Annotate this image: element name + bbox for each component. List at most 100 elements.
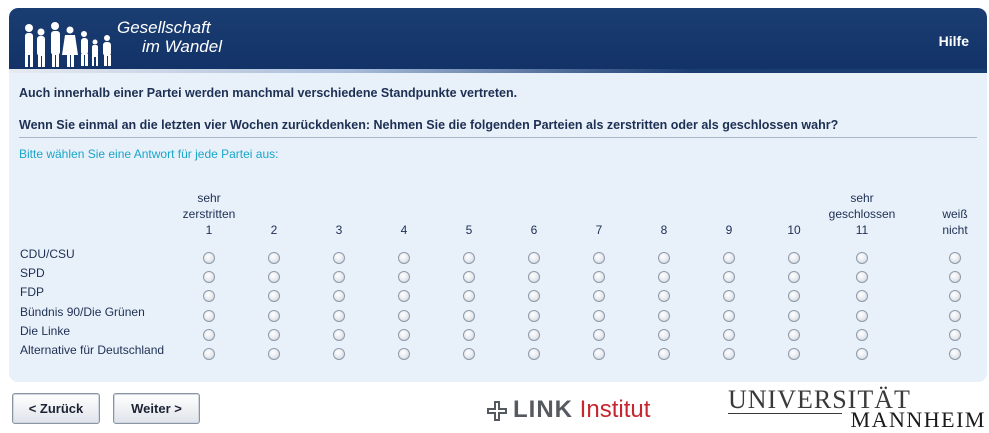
radio-option[interactable] [463,309,475,322]
radio-option[interactable] [658,252,670,264]
radio-option[interactable] [203,348,215,360]
radio-option[interactable] [856,328,868,341]
radio-option[interactable] [463,252,475,264]
radio-option[interactable] [268,290,280,303]
radio-option[interactable] [723,252,735,264]
question-text: Wenn Sie einmal an die letzten vier Woch… [19,118,839,132]
radio-option[interactable] [398,290,410,303]
help-link[interactable]: Hilfe [939,33,969,49]
radio-option[interactable] [398,271,410,284]
logo-title-line2: im Wandel [142,37,222,56]
radio-option[interactable] [723,271,735,284]
radio-option[interactable] [528,290,540,303]
radio-option[interactable] [856,271,868,284]
radio-option[interactable] [723,328,735,341]
header-stripe [9,69,987,73]
column-header-11-top: sehr [850,191,874,205]
radio-option[interactable] [949,290,961,303]
radio-option[interactable] [949,348,961,360]
radio-option[interactable] [528,271,540,284]
radio-option[interactable] [398,309,410,322]
link-wordmark-institut: Institut [579,396,651,423]
radio-option[interactable] [333,252,345,264]
radio-option[interactable] [788,328,800,341]
radio-option[interactable] [856,348,868,360]
next-button[interactable]: Weiter > [113,393,200,424]
radio-option[interactable] [333,271,345,284]
radio-option[interactable] [593,290,605,303]
uni-wordmark-line2: MANNHEIM [850,407,986,432]
divider [19,137,977,138]
radio-option[interactable] [463,328,475,341]
radio-option[interactable] [203,271,215,284]
uni-mannheim-logo: UNIVERSITÄT MANNHEIM [728,385,988,433]
radio-option[interactable] [658,309,670,322]
radio-option[interactable] [528,348,540,360]
radio-option[interactable] [723,290,735,303]
radio-option[interactable] [333,309,345,322]
radio-option[interactable] [593,328,605,341]
party-label: Bündnis 90/Die Grünen [20,304,145,319]
link-wordmark-bold: LINK [513,396,573,423]
question-area: Auch innerhalb einer Partei werden manch… [9,73,987,161]
radio-option[interactable] [333,348,345,360]
radio-option[interactable] [398,328,410,341]
radio-option[interactable] [463,271,475,284]
radio-option[interactable] [658,328,670,341]
radio-option[interactable] [528,252,540,264]
radio-option[interactable] [528,309,540,322]
radio-option[interactable] [788,290,800,303]
radio-option[interactable] [268,328,280,341]
radio-option[interactable] [788,348,800,360]
party-label: FDP [20,285,44,300]
radio-option[interactable] [268,252,280,264]
radio-option[interactable] [593,309,605,322]
column-header-11: sehr geschlossen 11 [817,190,907,238]
survey-panel: Gesellschaft im Wandel Hilfe Auch innerh… [9,8,987,382]
party-label: SPD [20,266,45,281]
radio-option[interactable] [658,290,670,303]
radio-option[interactable] [203,290,215,303]
column-header-11-num: 11 [855,223,869,237]
column-header-12: weiß nicht [910,190,987,238]
radio-option[interactable] [658,271,670,284]
radio-option[interactable] [333,290,345,303]
radio-option[interactable] [949,271,961,284]
column-header-11-mid: geschlossen [828,207,896,221]
radio-option[interactable] [333,328,345,341]
radio-option[interactable] [949,252,961,264]
radio-option[interactable] [593,271,605,284]
link-cross-icon [487,401,507,421]
radio-option[interactable] [949,309,961,322]
radio-option[interactable] [856,252,868,264]
radio-option[interactable] [788,309,800,322]
column-header-12-num: nicht [942,223,968,237]
radio-option[interactable] [203,309,215,322]
radio-option[interactable] [593,252,605,264]
link-institut-logo: LINK Institut [487,395,687,425]
logo-title-line1: Gesellschaft [117,18,211,37]
radio-option[interactable] [723,309,735,322]
radio-option[interactable] [203,252,215,264]
radio-option[interactable] [398,252,410,264]
radio-option[interactable] [528,328,540,341]
radio-option[interactable] [788,252,800,264]
radio-option[interactable] [949,328,961,341]
radio-option[interactable] [268,348,280,360]
party-label: Die Linke [20,323,71,338]
radio-option[interactable] [463,348,475,360]
radio-option[interactable] [593,348,605,360]
radio-option[interactable] [398,348,410,360]
radio-option[interactable] [658,348,670,360]
radio-option[interactable] [723,348,735,360]
radio-option[interactable] [268,309,280,322]
radio-option[interactable] [268,271,280,284]
radio-option[interactable] [463,290,475,303]
radio-option[interactable] [856,309,868,322]
back-button[interactable]: < Zurück [12,393,100,424]
radio-option[interactable] [856,290,868,303]
party-label: Alternative für Deutschland [20,343,165,357]
answer-instruction: Bitte wählen Sie eine Antwort für jede P… [19,147,279,161]
radio-option[interactable] [203,328,215,341]
radio-option[interactable] [788,271,800,284]
